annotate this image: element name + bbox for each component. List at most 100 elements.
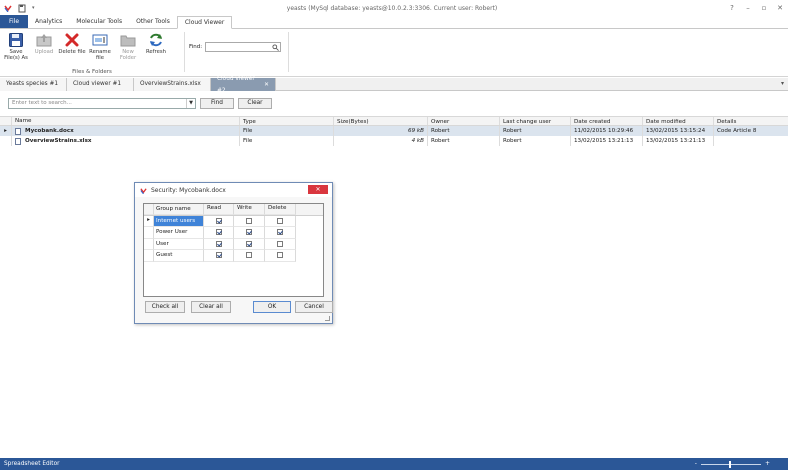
file-type-cell[interactable]: File xyxy=(240,136,334,146)
chevron-down-icon[interactable]: ▼ xyxy=(186,99,195,108)
write-checkbox[interactable] xyxy=(246,217,252,224)
status-bar: Spreadsheet Editor - + xyxy=(0,458,788,470)
cancel-button[interactable]: Cancel xyxy=(295,301,333,313)
doc-tab-cloud-viewer-2[interactable]: Cloud viewer #2 ✕ xyxy=(211,76,276,94)
write-checkbox[interactable] xyxy=(246,240,252,247)
doc-tab-yeasts-species[interactable]: Yeasts species #1 xyxy=(0,78,67,91)
clear-button[interactable]: Clear xyxy=(238,98,272,109)
column-header-owner[interactable]: Owner xyxy=(428,117,500,125)
read-checkbox[interactable] xyxy=(215,240,222,247)
delete-checkbox[interactable] xyxy=(277,240,283,247)
help-button[interactable]: ? xyxy=(724,0,740,16)
file-date-modified-cell[interactable]: 13/02/2015 13:21:13 xyxy=(643,136,714,146)
group-name-cell[interactable]: Guest xyxy=(154,250,204,262)
upload-icon xyxy=(36,34,52,47)
close-button[interactable]: ✕ xyxy=(772,0,788,16)
dialog-title-bar[interactable]: Security: Mycobank.docx xyxy=(135,183,332,197)
save-quick-icon[interactable] xyxy=(18,4,26,13)
tab-cloud-viewer[interactable]: Cloud Viewer xyxy=(176,16,233,29)
find-button[interactable]: Find xyxy=(200,98,234,109)
file-date-created-cell[interactable]: 11/02/2015 10:29:46 xyxy=(571,126,643,136)
file-date-created-cell[interactable]: 13/02/2015 13:21:13 xyxy=(571,136,643,146)
file-details-cell[interactable] xyxy=(714,136,788,146)
tab-analytics[interactable]: Analytics xyxy=(28,16,69,28)
dialog-close-button[interactable]: ✕ xyxy=(308,185,328,194)
column-header-details[interactable]: Details xyxy=(714,117,788,125)
column-header-type[interactable]: Type xyxy=(240,117,334,125)
column-header-read[interactable]: Read xyxy=(204,204,234,215)
current-row-indicator-icon: ▸ xyxy=(144,215,154,227)
column-header-size[interactable]: Size(Bytes) xyxy=(334,117,428,125)
permission-row[interactable]: User xyxy=(144,238,323,250)
file-type-cell[interactable]: File xyxy=(240,126,334,136)
dialog-title: Security: Mycobank.docx xyxy=(151,186,226,194)
refresh-label: Refresh xyxy=(145,49,166,55)
column-header-date-modified[interactable]: Date modified xyxy=(643,117,714,125)
title-bar: ▾ yeasts (MySql database: yeasts@10.0.2.… xyxy=(0,0,788,16)
group-name-cell[interactable]: Internet users xyxy=(154,215,204,227)
file-size-cell[interactable]: 69 kB xyxy=(334,126,428,136)
tab-molecular-tools[interactable]: Molecular Tools xyxy=(69,16,129,28)
delete-checkbox[interactable] xyxy=(277,229,283,236)
write-checkbox[interactable] xyxy=(246,252,252,259)
delete-checkbox[interactable] xyxy=(277,252,283,259)
quick-access-toolbar: ▾ xyxy=(0,4,60,13)
file-size-cell[interactable]: 4 kB xyxy=(334,136,428,146)
close-tab-icon[interactable]: ✕ xyxy=(264,79,269,91)
table-row[interactable]: OverviewStrains.xlsx File 4 kB Robert Ro… xyxy=(0,136,788,146)
row-indicator-header xyxy=(0,117,12,125)
file-last-change-user-cell[interactable]: Robert xyxy=(500,126,571,136)
check-all-button[interactable]: Check all xyxy=(145,301,185,313)
file-date-modified-cell[interactable]: 13/02/2015 13:15:24 xyxy=(643,126,714,136)
tab-other-tools[interactable]: Other Tools xyxy=(129,16,177,28)
file-name-cell[interactable]: Mycobank.docx xyxy=(12,126,240,136)
search-input[interactable]: Enter text to search... ▼ xyxy=(8,98,196,109)
column-header-date-created[interactable]: Date created xyxy=(571,117,643,125)
rename-file-label: Rename file xyxy=(89,49,111,61)
write-checkbox[interactable] xyxy=(246,229,252,236)
permission-row[interactable]: Guest xyxy=(144,250,323,262)
read-checkbox[interactable] xyxy=(215,217,222,224)
file-details-cell[interactable]: Code Article 8 xyxy=(714,126,788,136)
maximize-button[interactable]: ▫ xyxy=(756,0,772,16)
read-cell xyxy=(204,250,234,262)
ribbon-separator xyxy=(184,32,185,72)
file-owner-cell[interactable]: Robert xyxy=(428,136,500,146)
permissions-grid: Group name Read Write Delete ▸ Internet … xyxy=(143,203,324,297)
quick-access-dropdown-icon[interactable]: ▾ xyxy=(32,5,35,11)
permission-row[interactable]: ▸ Internet users xyxy=(144,215,323,227)
permission-row[interactable]: Power User xyxy=(144,227,323,239)
search-icon[interactable] xyxy=(272,44,279,51)
file-owner-cell[interactable]: Robert xyxy=(428,126,500,136)
files-folders-group: Save File(s) As Upload Delete file Renam… xyxy=(2,30,170,76)
zoom-slider[interactable] xyxy=(700,460,761,468)
resize-grip-icon[interactable] xyxy=(325,316,330,321)
ribbon-find-input[interactable] xyxy=(205,42,282,52)
zoom-out-button[interactable]: - xyxy=(695,461,697,467)
doc-tab-cloud-viewer-1[interactable]: Cloud viewer #1 xyxy=(67,78,134,91)
column-header-name[interactable]: Name xyxy=(12,117,240,125)
table-row[interactable]: ▸ Mycobank.docx File 69 kB Robert Robert… xyxy=(0,126,788,136)
file-grid: Name Type Size(Bytes) Owner Last change … xyxy=(0,116,788,146)
clear-all-button[interactable]: Clear all xyxy=(191,301,231,313)
group-name-cell[interactable]: User xyxy=(154,238,204,250)
column-header-last-change-user[interactable]: Last change user xyxy=(500,117,571,125)
delete-checkbox[interactable] xyxy=(277,217,283,224)
zoom-slider-thumb[interactable] xyxy=(728,460,731,468)
doc-tab-overview-strains[interactable]: OverviewStrains.xlsx xyxy=(134,78,211,91)
tab-file[interactable]: File xyxy=(0,15,29,28)
read-checkbox[interactable] xyxy=(215,252,222,259)
tab-overflow-icon[interactable]: ▾ xyxy=(781,80,784,87)
column-header-delete[interactable]: Delete xyxy=(265,204,296,215)
status-text: Spreadsheet Editor xyxy=(4,461,60,467)
column-header-write[interactable]: Write xyxy=(234,204,265,215)
group-name-cell[interactable]: Power User xyxy=(154,227,204,239)
ok-button[interactable]: OK xyxy=(253,301,291,313)
read-checkbox[interactable] xyxy=(215,229,222,236)
minimize-button[interactable]: – xyxy=(740,0,756,16)
file-last-change-user-cell[interactable]: Robert xyxy=(500,136,571,146)
zoom-in-button[interactable]: + xyxy=(765,461,770,467)
ribbon-tab-strip: File Analytics Molecular Tools Other Too… xyxy=(0,15,788,29)
file-name-cell[interactable]: OverviewStrains.xlsx xyxy=(12,136,240,146)
column-header-group-name[interactable]: Group name xyxy=(154,204,204,215)
